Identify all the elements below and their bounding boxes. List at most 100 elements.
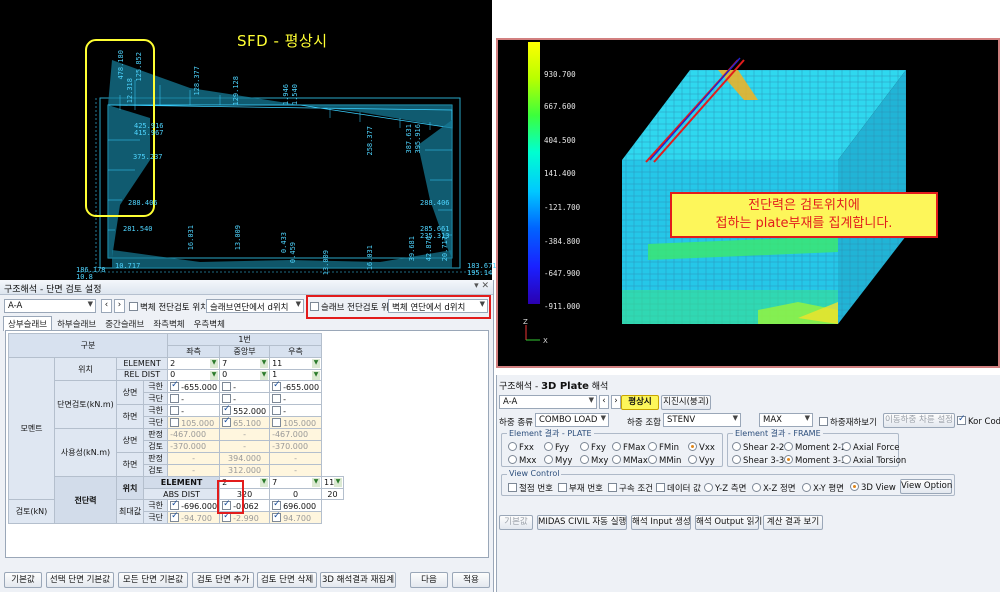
top-ult-right[interactable]: - bbox=[269, 392, 323, 406]
top-ult-left[interactable]: - bbox=[167, 392, 221, 406]
radio[interactable] bbox=[850, 482, 859, 491]
opt-fxy[interactable]: Fxy bbox=[580, 442, 606, 453]
radio[interactable] bbox=[802, 483, 811, 492]
opt-moment22[interactable]: Moment 2-2 bbox=[784, 442, 846, 453]
wall-check-option[interactable]: 벽체 전단검토 위치 bbox=[129, 301, 208, 313]
state-quake-button[interactable]: 지진시(붕괴) bbox=[661, 395, 711, 410]
max-select[interactable]: MAX ▼ bbox=[759, 413, 813, 427]
shear-lim-right[interactable]: 696.000 bbox=[269, 499, 323, 513]
checkbox[interactable] bbox=[222, 393, 232, 403]
all-default-button[interactable]: 모든 단면 기본값 bbox=[118, 572, 188, 588]
radio[interactable] bbox=[732, 442, 741, 451]
radio[interactable] bbox=[688, 442, 697, 451]
opt-fmax[interactable]: FMax bbox=[612, 442, 645, 453]
radio[interactable] bbox=[842, 442, 851, 451]
checkbox[interactable] bbox=[656, 483, 665, 492]
show-load-checkbox[interactable] bbox=[819, 417, 828, 426]
radio[interactable] bbox=[732, 455, 741, 464]
checkbox[interactable] bbox=[170, 393, 180, 403]
opt-axial-torsion[interactable]: Axial Torsion bbox=[842, 455, 906, 466]
plate-3d-view[interactable]: 930.700 667.600 404.500 141.400 -121.700… bbox=[496, 38, 1000, 368]
apply-button[interactable]: 적용 bbox=[452, 572, 490, 588]
selected-default-button[interactable]: 선택 단면 기본값 bbox=[46, 572, 114, 588]
view-option-button[interactable]: View Option bbox=[900, 479, 952, 494]
opt-node-number[interactable]: 절점 번호 bbox=[508, 482, 553, 494]
bot-limit-right[interactable]: - bbox=[269, 404, 323, 418]
top-limit-mid[interactable]: - bbox=[219, 380, 271, 394]
rel-mid-select[interactable]: 0 ▼ bbox=[219, 368, 271, 382]
opt-fmin[interactable]: FMin bbox=[648, 442, 679, 453]
plate-section-select[interactable]: A-A ▼ bbox=[499, 395, 597, 409]
radio[interactable] bbox=[648, 442, 657, 451]
shear-lim-left[interactable]: -696.000 bbox=[167, 499, 221, 513]
rel-left-select[interactable]: 0 ▼ bbox=[167, 368, 221, 382]
opt-xz-front[interactable]: X-Z 정면 bbox=[752, 482, 796, 494]
next-button[interactable]: 다음 bbox=[410, 572, 448, 588]
opt-mmin[interactable]: MMin bbox=[648, 455, 681, 466]
checkbox[interactable] bbox=[272, 405, 282, 415]
default-button[interactable]: 기본값 bbox=[4, 572, 42, 588]
plate-next-button[interactable]: › bbox=[611, 395, 621, 409]
radio[interactable] bbox=[544, 442, 553, 451]
bot-ult-mid[interactable]: 65.100 bbox=[219, 416, 271, 430]
opt-fyy[interactable]: Fyy bbox=[544, 442, 569, 453]
shear-ult-left[interactable]: -94.700 bbox=[167, 511, 221, 525]
radio[interactable] bbox=[508, 455, 517, 464]
top-limit-right[interactable]: -655.000 bbox=[269, 380, 323, 394]
shear-element-mid-select[interactable]: 7 ▼ bbox=[269, 476, 323, 489]
element-mid-select[interactable]: 7 ▼ bbox=[219, 357, 271, 370]
delete-section-button[interactable]: 검토 단면 삭제 bbox=[257, 572, 317, 588]
radio[interactable] bbox=[580, 442, 589, 451]
opt-yz-side[interactable]: Y-Z 측면 bbox=[704, 482, 746, 494]
section-select[interactable]: A-A ▼ bbox=[4, 299, 96, 313]
radio[interactable] bbox=[508, 442, 517, 451]
kor-code-checkbox[interactable] bbox=[957, 414, 966, 425]
tab-bottom-slab[interactable]: 하부슬래브 bbox=[53, 317, 100, 331]
radio[interactable] bbox=[784, 455, 793, 464]
checkbox[interactable] bbox=[608, 483, 617, 492]
abs-dist-right-input[interactable]: 20 bbox=[321, 487, 344, 501]
plate-default-button[interactable]: 기본값 bbox=[499, 515, 533, 530]
opt-xy-plane[interactable]: X-Y 평면 bbox=[802, 482, 844, 494]
radio[interactable] bbox=[842, 455, 851, 464]
bot-ult-left[interactable]: 105.000 bbox=[167, 416, 221, 430]
radio[interactable] bbox=[784, 442, 793, 451]
radio[interactable] bbox=[704, 483, 713, 492]
wall-check-select[interactable]: 슬래브연단에서 d위치 ▼ bbox=[206, 299, 304, 313]
opt-axial-force[interactable]: Axial Force bbox=[842, 442, 899, 453]
checkbox[interactable] bbox=[170, 381, 180, 391]
bot-limit-mid[interactable]: 552.000 bbox=[219, 404, 271, 418]
checkbox[interactable] bbox=[222, 381, 232, 391]
checkbox[interactable] bbox=[170, 512, 180, 522]
tab-top-slab[interactable]: 상부슬래브 bbox=[3, 316, 53, 331]
opt-vyy[interactable]: Vyy bbox=[688, 455, 715, 466]
element-right-select[interactable]: 11 ▼ bbox=[269, 357, 323, 370]
prev-arrow-button[interactable]: ‹ bbox=[101, 299, 112, 313]
opt-shear22[interactable]: Shear 2-2 bbox=[732, 442, 784, 453]
opt-mmax[interactable]: MMax bbox=[612, 455, 648, 466]
checkbox[interactable] bbox=[272, 512, 282, 522]
next-arrow-button[interactable]: › bbox=[114, 299, 125, 313]
opt-myy[interactable]: Myy bbox=[544, 455, 572, 466]
checkbox[interactable] bbox=[170, 417, 180, 427]
radio[interactable] bbox=[648, 455, 657, 464]
abs-dist-mid-input[interactable]: 0 bbox=[269, 487, 323, 501]
add-section-button[interactable]: 검토 단면 추가 bbox=[192, 572, 254, 588]
opt-member-number[interactable]: 부재 번호 bbox=[558, 482, 603, 494]
tab-right-wall[interactable]: 우측벽체 bbox=[190, 317, 229, 331]
wall-check-checkbox[interactable] bbox=[129, 302, 138, 311]
opt-3d-view[interactable]: 3D View bbox=[850, 482, 896, 493]
show-load-option[interactable]: 하중재하보기 bbox=[819, 416, 877, 428]
move-load-button[interactable]: 이동하중 차륜 설정 bbox=[883, 413, 955, 428]
bot-limit-left[interactable]: - bbox=[167, 404, 221, 418]
checkbox[interactable] bbox=[272, 393, 282, 403]
top-ult-mid[interactable]: - bbox=[219, 392, 271, 406]
checkbox[interactable] bbox=[222, 512, 232, 522]
checkbox[interactable] bbox=[558, 483, 567, 492]
checkbox[interactable] bbox=[222, 417, 232, 427]
radio[interactable] bbox=[544, 455, 553, 464]
state-normal-button[interactable]: 평상시 bbox=[621, 395, 659, 410]
load-type-select[interactable]: COMBO LOAD ▼ bbox=[535, 413, 609, 427]
rel-right-select[interactable]: 1 ▼ bbox=[269, 368, 323, 382]
load-combo-select[interactable]: STENV ▼ bbox=[663, 413, 741, 427]
